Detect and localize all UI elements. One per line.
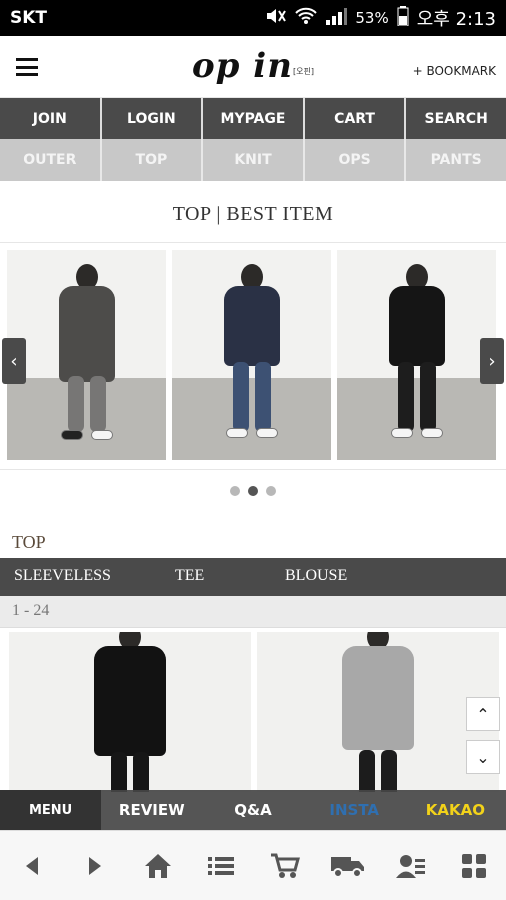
bookmark-link[interactable]: + BOOKMARK: [413, 64, 496, 78]
battery-percent: 53%: [355, 9, 389, 27]
site-header: op in [오핀] + BOOKMARK: [0, 36, 506, 98]
subcategory-tee[interactable]: TEE: [175, 567, 204, 585]
subcategory-bar: SLEEVELESS TEE BLOUSE: [0, 558, 506, 596]
carrier-label: SKT: [10, 8, 48, 28]
site-logo[interactable]: op in: [192, 46, 293, 86]
scroll-down-button[interactable]: ⌄: [466, 740, 500, 774]
carousel-slide[interactable]: [337, 250, 496, 460]
nav-mypage[interactable]: MYPAGE: [203, 98, 305, 139]
status-bar: SKT 53% 오후 2:13: [0, 0, 506, 36]
bottom-menu-bar: MENU REVIEW Q&A INSTA KAKAO: [0, 790, 506, 830]
page: SKT 53% 오후 2:13 op in [오핀] + BOOKMARK JO…: [0, 0, 506, 900]
section-title: TOP: [12, 532, 46, 552]
pagination-dot-active[interactable]: [248, 486, 258, 496]
back-icon[interactable]: [12, 846, 52, 886]
grid-icon[interactable]: [454, 846, 494, 886]
category-top[interactable]: TOP: [102, 139, 204, 181]
scroll-up-button[interactable]: ⌃: [466, 697, 500, 731]
nav-join[interactable]: JOIN: [0, 98, 102, 139]
browser-toolbar: [0, 830, 506, 900]
category-knit[interactable]: KNIT: [203, 139, 305, 181]
category-pants[interactable]: PANTS: [406, 139, 506, 181]
category-ops[interactable]: OPS: [305, 139, 407, 181]
status-icons: 53% 오후 2:13: [265, 5, 496, 31]
product-card[interactable]: [9, 632, 251, 792]
mute-icon: [265, 7, 287, 30]
pagination-dot[interactable]: [230, 486, 240, 496]
pagination-dot[interactable]: [266, 486, 276, 496]
logo-subtitle: [오핀]: [293, 67, 314, 76]
account-icon[interactable]: [391, 846, 431, 886]
best-item-carousel: ‹ ›: [0, 242, 506, 470]
category-nav: OUTER TOP KNIT OPS PANTS: [0, 139, 506, 181]
kakao-button[interactable]: KAKAO: [405, 790, 506, 830]
nav-login[interactable]: LOGIN: [102, 98, 204, 139]
carousel-pagination: [0, 486, 506, 496]
list-icon[interactable]: [201, 846, 241, 886]
result-range-bar: 1 - 24: [0, 596, 506, 628]
carousel-prev-button[interactable]: ‹: [2, 338, 26, 384]
qna-button[interactable]: Q&A: [202, 790, 303, 830]
category-outer[interactable]: OUTER: [0, 139, 102, 181]
menu-button[interactable]: MENU: [0, 790, 102, 830]
carousel-slide[interactable]: [172, 250, 331, 460]
wifi-icon: [295, 7, 318, 30]
insta-button[interactable]: INSTA: [304, 790, 405, 830]
primary-nav: JOIN LOGIN MYPAGE CART SEARCH: [0, 98, 506, 139]
signal-icon: [325, 7, 348, 30]
hamburger-menu-icon[interactable]: [16, 58, 38, 76]
product-card[interactable]: [257, 632, 499, 792]
best-item-title: TOP | BEST ITEM: [172, 203, 334, 225]
home-icon[interactable]: [138, 846, 178, 886]
cart-icon[interactable]: [265, 846, 305, 886]
subcategory-blouse[interactable]: BLOUSE: [285, 567, 347, 585]
subcategory-sleeveless[interactable]: SLEEVELESS: [14, 567, 111, 585]
result-range: 1 - 24: [12, 602, 50, 619]
carousel-next-button[interactable]: ›: [480, 338, 504, 384]
battery-icon: [397, 5, 409, 31]
clock: 오후 2:13: [416, 9, 496, 30]
review-button[interactable]: REVIEW: [101, 790, 202, 830]
nav-search[interactable]: SEARCH: [406, 98, 506, 139]
delivery-icon[interactable]: [328, 846, 368, 886]
forward-icon[interactable]: [75, 846, 115, 886]
carousel-slide[interactable]: [7, 250, 166, 460]
nav-cart[interactable]: CART: [305, 98, 407, 139]
